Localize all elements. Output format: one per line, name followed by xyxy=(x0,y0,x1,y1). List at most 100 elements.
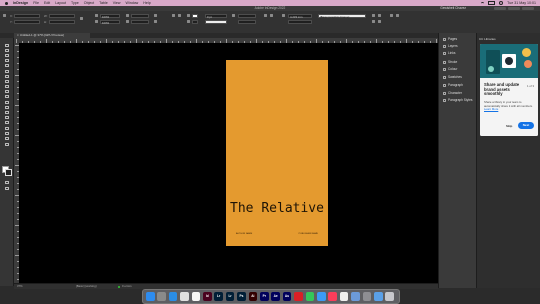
dock-messages-icon[interactable] xyxy=(305,292,315,301)
error-count[interactable]: 0 errors xyxy=(122,284,132,289)
next-button[interactable]: Next xyxy=(518,122,534,129)
stroke-icon[interactable] xyxy=(187,20,190,23)
apple-icon[interactable] xyxy=(5,1,8,5)
selection-tool-icon[interactable] xyxy=(3,43,10,47)
rectangle-tool-icon[interactable] xyxy=(3,94,10,98)
workspace-button[interactable] xyxy=(508,7,520,10)
dock-after-effects-icon[interactable]: Ae xyxy=(271,292,280,301)
rotate-field[interactable] xyxy=(131,14,149,18)
dock-lightroom-icon[interactable]: Lr xyxy=(225,292,235,301)
align-icon[interactable] xyxy=(390,14,393,17)
gap-tool-icon[interactable] xyxy=(3,58,10,62)
gradient-tool-icon[interactable] xyxy=(3,110,10,114)
stroke-swatch[interactable] xyxy=(192,20,198,24)
dock-safari-icon[interactable] xyxy=(168,292,178,301)
panel-item-paragraph-styles[interactable]: Paragraph Styles xyxy=(443,97,472,103)
h-field[interactable] xyxy=(49,20,75,24)
menu-layout[interactable]: Layout xyxy=(55,1,66,5)
reference-point-icon[interactable] xyxy=(3,14,6,17)
line-tool-icon[interactable] xyxy=(3,74,10,78)
search-help-button[interactable] xyxy=(522,7,534,10)
menu-object[interactable]: Object xyxy=(84,1,94,5)
wifi-icon[interactable] xyxy=(480,1,484,5)
direct-selection-tool-icon[interactable] xyxy=(3,48,10,52)
fill-icon[interactable] xyxy=(187,14,190,17)
shear-field[interactable] xyxy=(131,20,149,24)
cc-libraries-header[interactable]: CC Libraries xyxy=(479,37,496,41)
distribute-icon[interactable] xyxy=(396,14,399,17)
dock-premiere-pro-icon[interactable]: Pr xyxy=(260,292,269,301)
scale-y-icon[interactable] xyxy=(95,20,98,23)
panel-item-paragraph[interactable]: Paragraph xyxy=(443,82,463,88)
text-wrap-icon[interactable] xyxy=(264,14,267,17)
menu-view[interactable]: View xyxy=(113,1,121,5)
shear-icon[interactable] xyxy=(126,20,129,23)
fill-swatch[interactable] xyxy=(192,14,198,18)
corner-size-field[interactable]: 4.233 mm xyxy=(288,14,312,19)
dock-finder-icon[interactable] xyxy=(146,292,155,301)
corner-shape-field[interactable] xyxy=(288,20,312,24)
w-field[interactable] xyxy=(49,14,75,18)
screen-mode-icon[interactable] xyxy=(3,186,10,190)
opacity-field-2[interactable] xyxy=(238,20,256,24)
panel-item-links[interactable]: Links xyxy=(443,50,455,56)
type-tool-icon[interactable] xyxy=(3,69,10,73)
publisher-name[interactable]: PUBLISHER NAME xyxy=(299,233,318,235)
rotate-icon[interactable] xyxy=(126,14,129,17)
eyedropper-tool-icon[interactable] xyxy=(3,126,10,130)
dock-launchpad-icon[interactable] xyxy=(157,292,166,301)
dock-creative-cloud-icon[interactable] xyxy=(294,292,303,301)
author-name[interactable]: AUTHOR NAME xyxy=(236,233,252,235)
rectangle-frame-tool-icon[interactable] xyxy=(3,89,10,93)
gradient-feather-tool-icon[interactable] xyxy=(3,115,10,119)
dock-chrome-icon[interactable] xyxy=(180,292,189,301)
panel-item-swatches[interactable]: Swatches xyxy=(443,74,462,80)
learn-more-link[interactable]: Learn More xyxy=(484,107,498,111)
stroke-weight-field[interactable]: 0 pt xyxy=(205,14,227,19)
battery-icon[interactable] xyxy=(487,1,495,5)
dock-illustrator-icon[interactable]: Ai xyxy=(248,292,258,301)
fitting-icon-2[interactable] xyxy=(378,14,381,17)
hand-tool-icon[interactable] xyxy=(3,131,10,135)
dock-preview-icon[interactable] xyxy=(351,292,360,301)
menu-table[interactable]: Table xyxy=(99,1,108,5)
scale-x-field[interactable]: 100% xyxy=(100,14,120,19)
book-cover-page[interactable]: The Relative AUTHOR NAME PUBLISHER NAME xyxy=(226,60,328,246)
skip-button[interactable]: Skip xyxy=(506,124,512,128)
menu-type[interactable]: Type xyxy=(71,1,79,5)
menu-help[interactable]: Help xyxy=(143,1,150,5)
object-style-dropdown[interactable]: [Basic Graphics Frame] xyxy=(318,14,366,19)
dock-lightroom-classic-icon[interactable]: Lr xyxy=(214,292,223,301)
book-title[interactable]: The Relative xyxy=(226,202,328,215)
dock-photoshop-icon[interactable]: Ps xyxy=(237,292,246,301)
fitting-icon[interactable] xyxy=(372,14,375,17)
y-field[interactable] xyxy=(14,20,40,24)
pen-tool-icon[interactable] xyxy=(3,79,10,83)
panel-item-stroke[interactable]: Stroke xyxy=(443,59,457,65)
scale-y-field[interactable]: 100% xyxy=(100,20,120,25)
fitting-icon-3[interactable] xyxy=(372,20,375,23)
select-container-icon[interactable] xyxy=(172,14,175,17)
menu-file[interactable]: File xyxy=(33,1,39,5)
text-wrap-around-icon[interactable] xyxy=(270,14,273,17)
zoom-level[interactable]: 37% xyxy=(17,284,23,289)
x-field[interactable] xyxy=(14,14,40,18)
scale-x-icon[interactable] xyxy=(95,14,98,17)
default-colors-icon[interactable] xyxy=(3,142,10,146)
panel-item-layers[interactable]: Layers xyxy=(443,43,458,49)
fitting-icon-4[interactable] xyxy=(378,20,381,23)
preflight-preset[interactable]: [Basic] (working) xyxy=(76,284,97,289)
stroke-color-icon[interactable] xyxy=(5,169,12,176)
menu-edit[interactable]: Edit xyxy=(44,1,50,5)
select-content-icon[interactable] xyxy=(178,14,181,17)
clock[interactable]: Tue 31 May 10:01 xyxy=(507,1,536,5)
corner-icon[interactable] xyxy=(282,14,285,17)
dock-folder-icon[interactable] xyxy=(374,292,383,301)
share-button[interactable] xyxy=(494,7,506,10)
app-menu[interactable]: InDesign xyxy=(13,1,28,5)
zoom-tool-icon[interactable] xyxy=(3,136,10,140)
dock-audition-icon[interactable]: Au xyxy=(282,292,292,301)
note-tool-icon[interactable] xyxy=(3,120,10,124)
opacity-field[interactable] xyxy=(238,14,256,18)
search-icon[interactable] xyxy=(498,0,504,6)
